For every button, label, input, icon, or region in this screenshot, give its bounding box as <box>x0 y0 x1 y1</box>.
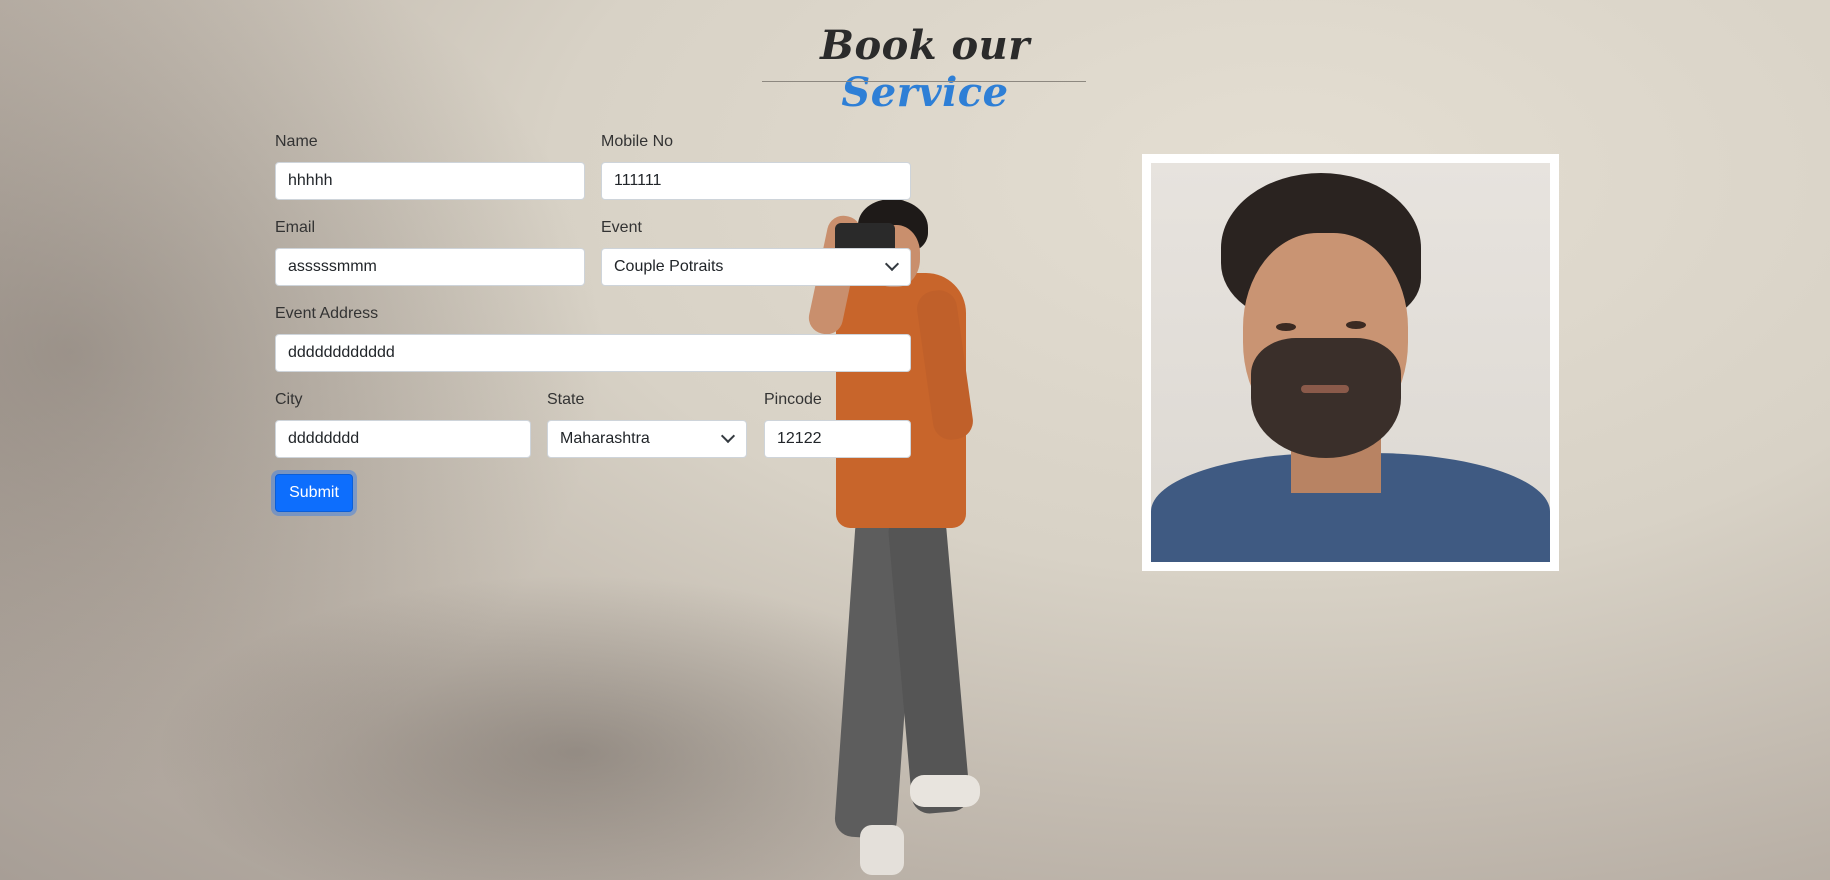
mobile-input[interactable] <box>601 162 911 200</box>
figure-shoe <box>910 775 980 807</box>
portrait-eye <box>1276 323 1296 331</box>
name-input[interactable] <box>275 162 585 200</box>
portrait-image <box>1151 163 1550 562</box>
city-label: City <box>275 391 303 408</box>
portrait-mouth <box>1301 385 1349 393</box>
portrait-beard <box>1251 338 1401 458</box>
booking-form: Name Mobile No Email Event Couple Potrai… <box>275 0 911 880</box>
address-label: Event Address <box>275 305 379 322</box>
event-select[interactable]: Couple Potraits <box>601 248 911 286</box>
email-input[interactable] <box>275 248 585 286</box>
mobile-label: Mobile No <box>601 133 674 150</box>
pincode-label: Pincode <box>764 391 822 408</box>
name-label: Name <box>275 133 318 150</box>
portrait-eye <box>1346 321 1366 329</box>
email-label: Email <box>275 219 316 236</box>
submit-button[interactable]: Submit <box>275 474 353 512</box>
state-select[interactable]: Maharashtra <box>547 420 747 458</box>
event-label: Event <box>601 219 642 236</box>
address-input[interactable] <box>275 334 911 372</box>
state-label: State <box>547 391 585 408</box>
event-select-value: Couple Potraits <box>601 248 911 286</box>
state-select-value: Maharashtra <box>547 420 747 458</box>
portrait-card <box>1142 154 1559 571</box>
pincode-input[interactable] <box>764 420 911 458</box>
city-input[interactable] <box>275 420 531 458</box>
